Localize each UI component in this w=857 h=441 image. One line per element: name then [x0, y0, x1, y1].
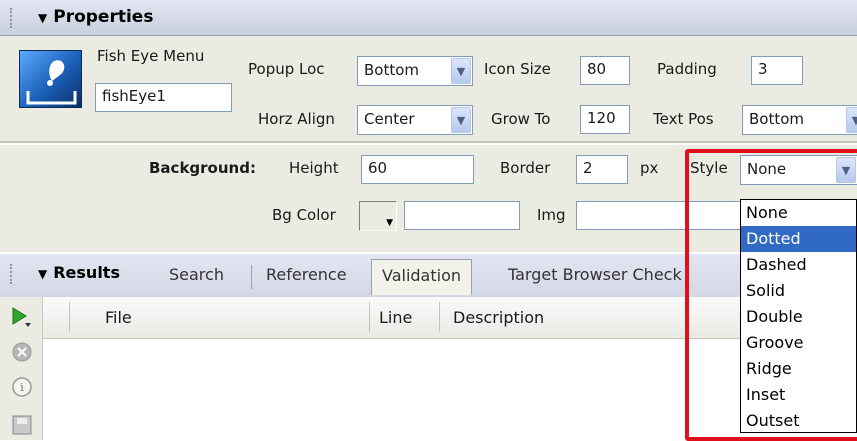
bg-color-picker[interactable]: ▼: [359, 201, 397, 231]
grow-to-input[interactable]: 120: [580, 105, 630, 134]
img-label: Img: [537, 206, 566, 224]
padding-input[interactable]: 3: [751, 56, 803, 85]
icon-size-label: Icon Size: [484, 60, 551, 78]
icon-size-input[interactable]: 80: [580, 56, 630, 85]
results-column-header: File Line Description: [43, 297, 857, 339]
tab-separator: [251, 265, 252, 289]
chevron-down-icon[interactable]: ▼: [846, 107, 857, 133]
horz-align-select[interactable]: Center ▼: [357, 105, 473, 135]
grow-to-label: Grow To: [491, 110, 551, 128]
img-input[interactable]: [576, 201, 744, 230]
fisheye-widget-icon: [19, 50, 82, 108]
panel-grip-icon[interactable]: [10, 8, 15, 28]
style-dropdown-list[interactable]: None Dotted Dashed Solid Double Groove R…: [740, 199, 857, 433]
results-toolbar: i: [0, 297, 43, 440]
dropdown-option-dashed[interactable]: Dashed: [741, 252, 856, 278]
tab-validation[interactable]: Validation: [371, 259, 473, 295]
dropdown-option-ridge[interactable]: Ridge: [741, 356, 856, 382]
tab-reference[interactable]: Reference: [266, 265, 347, 284]
results-tabs: Search Reference Validation Target Brows…: [0, 256, 857, 296]
text-pos-select[interactable]: Bottom ▼: [742, 105, 857, 135]
chevron-down-icon[interactable]: ▼: [451, 58, 471, 84]
widget-id-field[interactable]: fishEye1: [95, 83, 232, 112]
dropdown-option-inset[interactable]: Inset: [741, 382, 856, 408]
column-separator: [69, 302, 70, 332]
properties-panel-header[interactable]: ▼ Properties: [0, 0, 857, 36]
collapse-triangle-icon[interactable]: ▼: [38, 11, 47, 25]
widget-type-label: Fish Eye Menu: [97, 47, 205, 65]
text-pos-label: Text Pos: [653, 110, 714, 128]
save-report-icon[interactable]: [10, 413, 34, 441]
popup-loc-select[interactable]: Bottom ▼: [357, 56, 473, 86]
height-label: Height: [289, 159, 339, 177]
bg-color-input[interactable]: [404, 201, 520, 230]
svg-text:i: i: [20, 381, 24, 394]
bg-color-label: Bg Color: [272, 206, 336, 224]
height-input[interactable]: 60: [361, 155, 474, 184]
border-unit-label: px: [640, 159, 659, 177]
stop-icon[interactable]: [10, 340, 34, 368]
dropdown-option-groove[interactable]: Groove: [741, 330, 856, 356]
properties-title[interactable]: ▼ Properties: [38, 7, 153, 27]
column-separator: [439, 302, 440, 332]
chevron-down-icon[interactable]: ▼: [451, 107, 471, 133]
horz-align-label: Horz Align: [258, 110, 335, 128]
tab-target-browser-check[interactable]: Target Browser Check: [508, 265, 682, 284]
dropdown-option-none[interactable]: None: [741, 200, 856, 226]
popup-loc-label: Popup Loc: [248, 60, 325, 78]
tab-search[interactable]: Search: [169, 265, 224, 284]
column-line[interactable]: Line: [379, 308, 412, 327]
info-icon[interactable]: i: [10, 375, 34, 403]
background-section-label: Background:: [149, 159, 256, 177]
play-validate-icon[interactable]: [10, 305, 34, 333]
border-label: Border: [500, 159, 551, 177]
chevron-down-icon[interactable]: ▼: [836, 157, 856, 183]
column-file[interactable]: File: [105, 308, 132, 327]
color-picker-arrow-icon: ▼: [386, 218, 393, 228]
border-input[interactable]: 2: [576, 155, 628, 184]
style-select[interactable]: None ▼: [740, 155, 857, 185]
column-separator: [369, 302, 370, 332]
column-description[interactable]: Description: [453, 308, 544, 327]
style-label: Style: [690, 159, 728, 177]
dropdown-option-outset[interactable]: Outset: [741, 408, 856, 434]
padding-label: Padding: [657, 60, 717, 78]
dropdown-option-solid[interactable]: Solid: [741, 278, 856, 304]
dropdown-option-double[interactable]: Double: [741, 304, 856, 330]
dropdown-option-dotted[interactable]: Dotted: [741, 226, 856, 252]
